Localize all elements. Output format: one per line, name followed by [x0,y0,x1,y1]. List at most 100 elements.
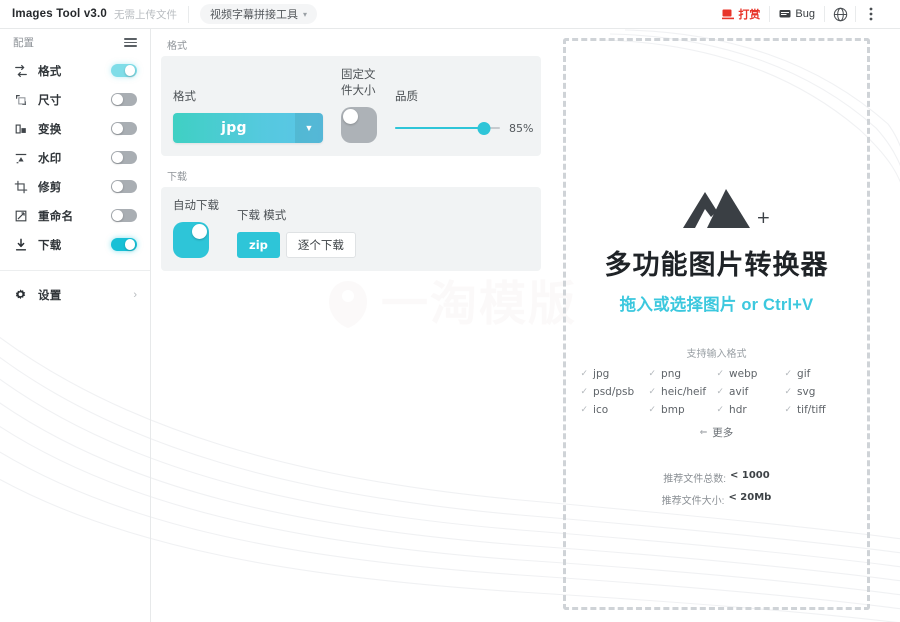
sidebar-label-download: 下载 [38,237,101,253]
vertical-dots-icon [869,6,873,22]
format-name: psd/psb [593,386,634,398]
chevron-down-icon: ▾ [303,10,307,19]
sidebar-item-download[interactable]: 下载 [0,230,150,259]
top-bar: Images Tool v3.0 无需上传文件 视频字幕拼接工具 ▾ 打赏 Bu… [0,0,900,29]
arrow-left-icon: ⇐ [700,427,708,438]
file-dropzone[interactable]: + 多功能图片转换器 拖入或选择图片 or Ctrl+V 支持输入格式 ✓jpg… [563,38,870,610]
check-icon: ✓ [649,369,657,379]
format-name: png [661,368,681,380]
slider-thumb[interactable] [478,122,491,135]
recommendation-label: 推荐文件大小: [662,492,725,507]
sidebar-label-format: 格式 [38,63,101,79]
format-name: bmp [661,404,685,416]
auto-download-label: 自动下载 [173,197,219,213]
sidebar: 配置 格式 尺寸 变换 [0,29,151,622]
donate-icon [722,8,734,20]
download-mode-field: 下载 模式 zip 逐个下载 [237,207,356,258]
sidebar-label-size: 尺寸 [38,92,101,108]
format-panel: 格式 jpg ▼ 固定文件大小 品质 [161,56,541,156]
sidebar-toggle-size[interactable] [111,93,137,107]
check-icon: ✓ [581,387,589,397]
sidebar-toggle-download[interactable] [111,238,137,252]
plus-icon: + [756,208,770,228]
dropzone-title: 多功能图片转换器 [605,243,829,282]
sidebar-toggle-crop[interactable] [111,180,137,194]
tool-selector-label: 视频字幕拼接工具 [210,6,298,22]
sidebar-item-watermark[interactable]: 水印 [0,143,150,172]
quality-slider-wrap: 85% [395,113,533,143]
main-body: 配置 格式 尺寸 变换 [0,29,900,622]
more-label: 更多 [712,425,733,440]
topbar-divider [188,6,189,23]
donate-label: 打赏 [738,6,760,22]
download-mode-individual[interactable]: 逐个下载 [286,232,356,258]
format-name: svg [797,386,815,398]
sidebar-item-crop[interactable]: 修剪 [0,172,150,201]
hamburger-icon[interactable] [124,38,137,47]
sidebar-toggle-transform[interactable] [111,122,137,136]
format-name: ico [593,404,608,416]
format-item: ✓ psd/psb [581,386,649,398]
app-root: 一淘模版 Images Tool v3.0 无需上传文件 视频字幕拼接工具 ▾ … [0,0,900,622]
download-mode-zip[interactable]: zip [237,232,280,258]
mountain-image-icon: + [677,183,757,229]
sidebar-toggle-watermark[interactable] [111,151,137,165]
format-name: tif/tiff [797,404,826,416]
mountain-glyph [681,187,753,229]
format-item: ✓ webp [717,368,785,380]
sidebar-toggle-format[interactable] [111,64,137,78]
fixed-size-label: 固定文件大小 [341,66,377,98]
gear-icon [13,288,28,303]
format-item: ✓gif [785,368,853,380]
donate-link[interactable]: 打赏 [713,0,769,29]
format-field-label: 格式 [173,88,323,104]
show-more-formats-link[interactable]: ⇐ 更多 [700,425,734,440]
sidebar-item-rename[interactable]: 重命名 [0,201,150,230]
sidebar-toggle-rename[interactable] [111,209,137,223]
download-section-label: 下载 [167,168,541,183]
check-icon: ✓ [717,369,725,379]
sidebar-item-format[interactable]: 格式 [0,56,150,85]
quality-slider[interactable] [395,120,500,136]
sidebar-item-settings[interactable]: 设置 › [0,280,150,310]
format-name: jpg [593,368,609,380]
app-brand-subtitle: 无需上传文件 [114,7,177,22]
check-icon: ✓ [581,369,589,379]
check-icon: ✓ [785,405,793,415]
supported-formats-title: 支持输入格式 [687,345,747,360]
fixed-size-toggle[interactable] [341,107,377,143]
format-field: 格式 jpg ▼ [173,88,323,143]
sidebar-header: 配置 [0,29,150,56]
tool-selector-tab[interactable]: 视频字幕拼接工具 ▾ [200,4,317,24]
check-icon: ✓ [785,369,793,379]
format-select-value: jpg [173,120,295,136]
fixed-size-field: 固定文件大小 [341,66,377,143]
format-select[interactable]: jpg ▼ [173,113,323,143]
sidebar-divider [0,270,150,271]
sidebar-title: 配置 [13,35,34,50]
message-icon [779,8,791,20]
format-item: ✓heic/heif [649,386,717,398]
check-icon: ✓ [581,405,589,415]
format-item: ✓svg [785,386,853,398]
format-name: webp [729,368,757,380]
rename-icon [13,208,28,223]
slider-fill [395,127,484,130]
format-name: avif [729,386,748,398]
sidebar-item-transform[interactable]: 变换 [0,114,150,143]
format-item: ✓ ico [581,404,649,416]
check-icon: ✓ [649,387,657,397]
dropzone-column: + 多功能图片转换器 拖入或选择图片 or Ctrl+V 支持输入格式 ✓jpg… [551,29,900,622]
language-globe-button[interactable] [825,0,855,29]
quality-value: 85% [509,122,533,135]
auto-download-field: 自动下载 [173,197,219,258]
format-item: ✓ jpg [581,368,649,380]
sidebar-label-transform: 变换 [38,121,101,137]
recommendation-value: < 20Mb [728,492,771,507]
auto-download-toggle[interactable] [173,222,209,258]
bug-report-link[interactable]: Bug [770,0,824,29]
download-icon [13,237,28,252]
sidebar-label-rename: 重命名 [38,208,101,224]
sidebar-item-size[interactable]: 尺寸 [0,85,150,114]
more-options-button[interactable] [856,0,886,29]
